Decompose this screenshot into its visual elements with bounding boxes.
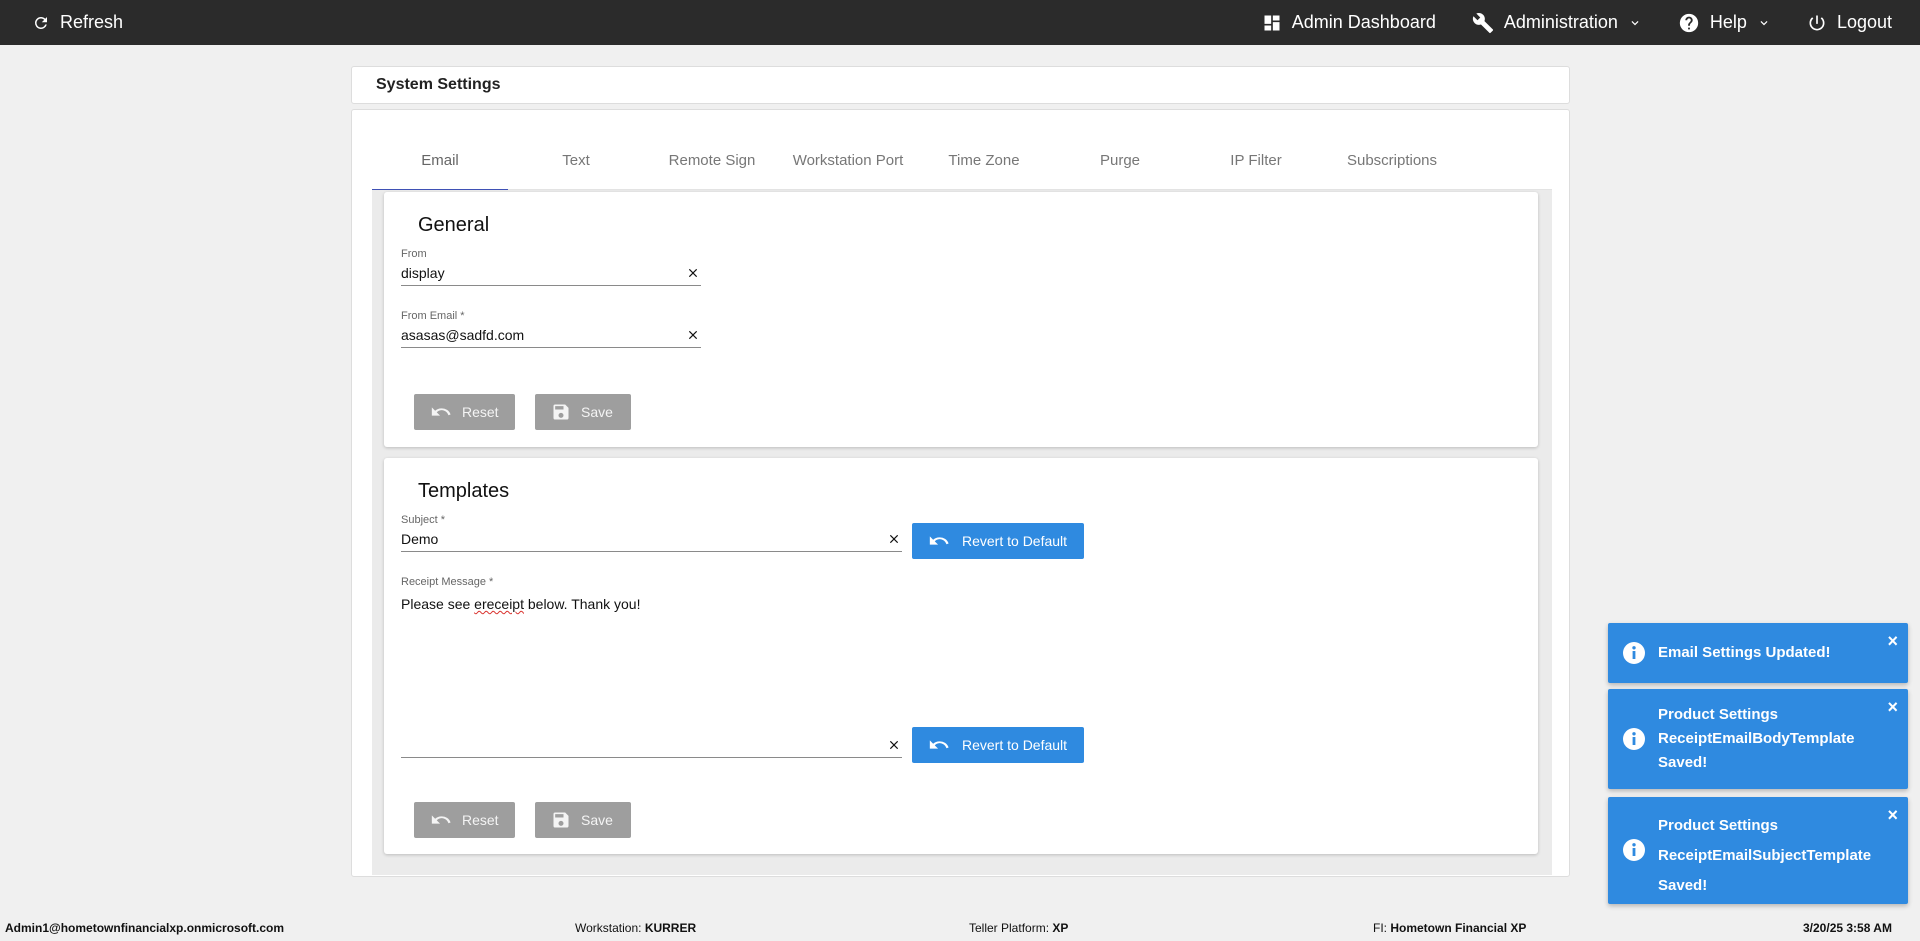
receipt-message-field: Receipt Message * bbox=[401, 576, 902, 588]
status-fi: FI: Hometown Financial XP bbox=[1373, 921, 1527, 935]
templates-section: Templates Subject * Revert to Default Re… bbox=[384, 458, 1538, 854]
chevron-down-icon bbox=[1760, 20, 1768, 25]
clear-receipt-icon[interactable] bbox=[886, 737, 902, 753]
from-email-field: From Email * bbox=[401, 310, 701, 348]
help-icon bbox=[1679, 13, 1699, 32]
tab-subscriptions[interactable]: Subscriptions bbox=[1324, 130, 1460, 190]
refresh-icon bbox=[34, 16, 47, 29]
wrench-icon bbox=[1472, 12, 1493, 33]
general-save-label: Save bbox=[581, 404, 613, 420]
toast-message: Email Settings Updated! bbox=[1658, 644, 1831, 661]
status-teller-platform: Teller Platform: XP bbox=[969, 921, 1069, 935]
templates-save-button[interactable]: Save bbox=[535, 802, 631, 838]
clear-from-icon[interactable] bbox=[685, 265, 701, 281]
from-field: From bbox=[401, 248, 701, 286]
top-nav-bar: Refresh Admin Dashboard Administration H… bbox=[0, 0, 1920, 45]
tab-remote-sign[interactable]: Remote Sign bbox=[644, 130, 780, 190]
status-user: Admin1@hometownfinancialxp.onmicrosoft.c… bbox=[5, 921, 285, 935]
undo-icon bbox=[929, 536, 949, 545]
receipt-text-part1: Please see bbox=[401, 596, 475, 612]
toast-notification: Email Settings Updated! × bbox=[1608, 623, 1908, 683]
power-icon bbox=[1809, 15, 1825, 30]
settings-tabs: Email Text Remote Sign Workstation Port … bbox=[372, 130, 1552, 191]
from-email-label: From Email * bbox=[401, 310, 465, 322]
general-heading: General bbox=[418, 214, 490, 236]
revert-receipt-label: Revert to Default bbox=[962, 737, 1068, 753]
chevron-down-icon bbox=[1631, 20, 1639, 25]
admin-dashboard-label: Admin Dashboard bbox=[1291, 12, 1436, 32]
administration-menu[interactable]: Administration bbox=[1472, 12, 1642, 34]
toast-close-button[interactable]: × bbox=[1887, 632, 1898, 650]
receipt-text-part2: below. Thank you! bbox=[523, 596, 641, 612]
toast-message: Product Settings ReceiptEmailSubjectTemp… bbox=[1658, 817, 1872, 894]
clear-subject-icon[interactable] bbox=[886, 531, 902, 547]
toast-close-button[interactable]: × bbox=[1887, 806, 1898, 824]
templates-reset-button[interactable]: Reset bbox=[414, 802, 515, 838]
page-title: System Settings bbox=[376, 76, 501, 93]
tab-time-zone[interactable]: Time Zone bbox=[916, 130, 1052, 190]
from-email-input[interactable] bbox=[401, 326, 671, 343]
toast-notification: Product Settings ReceiptEmailBodyTemplat… bbox=[1608, 689, 1908, 789]
dashboard-icon bbox=[1264, 15, 1280, 30]
settings-panel: Email Text Remote Sign Workstation Port … bbox=[351, 109, 1570, 877]
tab-text[interactable]: Text bbox=[508, 130, 644, 190]
templates-reset-label: Reset bbox=[462, 812, 499, 828]
templates-heading: Templates bbox=[418, 480, 510, 502]
general-reset-label: Reset bbox=[462, 404, 499, 420]
help-label: Help bbox=[1709, 12, 1747, 32]
receipt-message-underline bbox=[401, 732, 902, 758]
receipt-text-misspelled: ereceipt bbox=[474, 596, 524, 612]
subject-label: Subject * bbox=[401, 514, 446, 526]
general-save-button[interactable]: Save bbox=[535, 394, 631, 430]
subject-field: Subject * bbox=[401, 514, 902, 552]
status-workstation: Workstation: KURRER bbox=[575, 921, 697, 935]
from-input[interactable] bbox=[401, 264, 671, 281]
from-label: From bbox=[401, 248, 427, 260]
undo-icon bbox=[431, 407, 451, 416]
revert-subject-button[interactable]: Revert to Default bbox=[912, 523, 1084, 559]
status-bar: Admin1@hometownfinancialxp.onmicrosoft.c… bbox=[0, 913, 1920, 941]
subject-input[interactable] bbox=[401, 530, 852, 547]
general-section: General From From Email * Reset bbox=[384, 192, 1538, 447]
page-title-card: System Settings bbox=[351, 66, 1570, 104]
logout-label: Logout bbox=[1836, 12, 1892, 32]
tab-workstation-port[interactable]: Workstation Port bbox=[780, 130, 916, 190]
save-icon bbox=[553, 812, 569, 828]
toast-notification: Product Settings ReceiptEmailSubjectTemp… bbox=[1608, 797, 1908, 904]
clear-from-email-icon[interactable] bbox=[685, 327, 701, 343]
general-reset-button[interactable]: Reset bbox=[414, 394, 515, 430]
revert-subject-label: Revert to Default bbox=[962, 533, 1068, 549]
info-icon bbox=[1623, 839, 1645, 861]
save-icon bbox=[553, 404, 569, 420]
undo-icon bbox=[431, 815, 451, 824]
info-icon bbox=[1623, 642, 1645, 664]
revert-receipt-button[interactable]: Revert to Default bbox=[912, 727, 1084, 763]
refresh-label: Refresh bbox=[60, 12, 124, 32]
toast-close-button[interactable]: × bbox=[1887, 698, 1898, 716]
help-menu[interactable]: Help bbox=[1678, 12, 1771, 34]
administration-label: Administration bbox=[1503, 12, 1618, 32]
toast-message: Product Settings ReceiptEmailBodyTemplat… bbox=[1658, 706, 1855, 771]
tab-email[interactable]: Email bbox=[372, 130, 508, 191]
logout-button[interactable]: Logout bbox=[1807, 12, 1892, 33]
status-datetime: 3/20/25 3:58 AM bbox=[1803, 921, 1892, 935]
admin-dashboard-link[interactable]: Admin Dashboard bbox=[1262, 12, 1436, 33]
receipt-message-textarea[interactable]: Please see ereceipt below. Thank you! bbox=[401, 596, 902, 612]
tab-purge[interactable]: Purge bbox=[1052, 130, 1188, 190]
refresh-button[interactable]: Refresh bbox=[32, 0, 123, 45]
receipt-message-label: Receipt Message * bbox=[401, 576, 494, 588]
templates-save-label: Save bbox=[581, 812, 613, 828]
info-icon bbox=[1623, 728, 1645, 750]
undo-icon bbox=[929, 740, 949, 749]
tab-ip-filter[interactable]: IP Filter bbox=[1188, 130, 1324, 190]
